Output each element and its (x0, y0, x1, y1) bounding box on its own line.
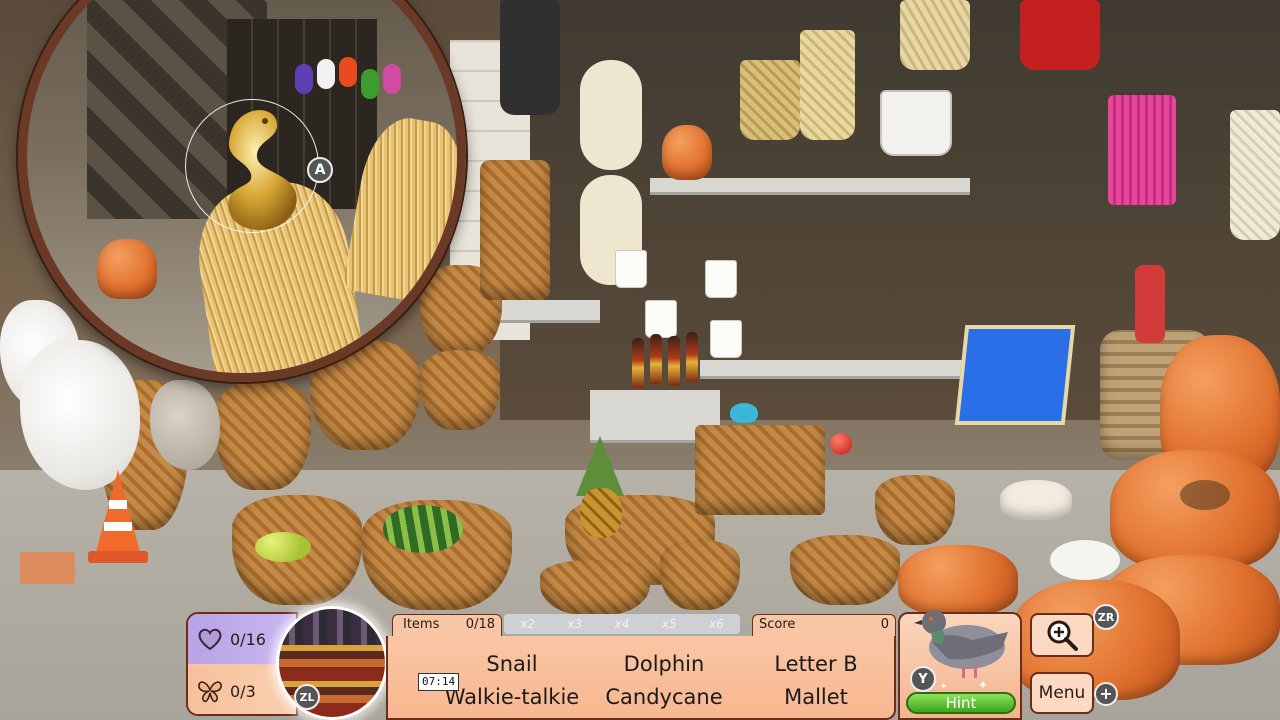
zoom-button[interactable] (1030, 613, 1094, 657)
hanging-bag (800, 30, 855, 140)
shelf (700, 360, 1000, 379)
zl-button-icon[interactable]: ZL (294, 684, 320, 710)
sheepskin (20, 340, 140, 490)
red-vase (1135, 265, 1165, 343)
combo-multipliers: x2 x3 x4 x5 x6 (504, 614, 740, 634)
clay-bricks (20, 552, 75, 584)
items-header: Items 0/18 x2 x3 x4 x5 x6 Score 0 (392, 612, 896, 636)
score-label: Score (759, 617, 796, 632)
hanging-bag (900, 0, 970, 70)
green-grapes (255, 532, 311, 562)
item-word: Mallet (784, 685, 848, 709)
stacked-woven-mats (695, 425, 825, 515)
button-a-icon[interactable]: A (307, 157, 333, 183)
hint-target-circle (185, 99, 319, 233)
wicker-basket (660, 540, 740, 610)
cone-base (88, 551, 148, 563)
hanging-cloth (500, 0, 560, 115)
white-plate (1050, 540, 1120, 580)
hanging-bag (580, 60, 642, 170)
cone-stripe (104, 522, 132, 531)
hint-panel[interactable]: Y ✦ ✦ Hint (898, 610, 1022, 720)
bottle (632, 338, 644, 388)
clay-bowl (1000, 480, 1072, 520)
lizard-figure (1180, 480, 1230, 510)
zoomed-clay-pot (97, 239, 157, 299)
butterfly-icon (196, 677, 224, 705)
sparkle-icon: ✦ (940, 682, 948, 692)
items-label: Items (403, 617, 440, 632)
mug (705, 260, 737, 298)
hanging-toy (383, 64, 401, 94)
bottle (686, 332, 698, 382)
hanging-toy (361, 69, 379, 99)
wicker-basket (540, 560, 650, 615)
mug (710, 320, 742, 358)
multiplier: x4 (614, 617, 630, 631)
heart-icon (196, 625, 224, 653)
pineapple-leaves (576, 436, 624, 496)
sparkle-icon: ✦ (978, 678, 989, 692)
bottle (650, 334, 662, 384)
hanging-toy (317, 59, 335, 89)
hanging-bag (880, 90, 952, 156)
hanging-bag (740, 60, 800, 140)
multiplier: x5 (661, 617, 677, 631)
teal-bird-figure (730, 403, 758, 423)
hearts-count: 0/16 (230, 629, 266, 649)
wicker-basket (480, 160, 550, 300)
cone-stripe (109, 500, 127, 509)
watermelon (383, 505, 463, 553)
pineapple (580, 488, 622, 538)
menu-button[interactable]: Menu (1030, 672, 1094, 714)
mug (645, 300, 677, 338)
hint-button[interactable]: Hint (906, 692, 1016, 714)
items-panel: Items 0/18 x2 x3 x4 x5 x6 Score 0 Snail … (386, 612, 896, 720)
hanging-toy (339, 57, 357, 87)
blue-folding-stool (954, 325, 1076, 425)
red-apple (830, 433, 852, 455)
multiplier: x6 (708, 617, 724, 631)
item-word: Candycane (605, 685, 723, 709)
pink-macrame-bag (1108, 95, 1176, 205)
butterflies-count: 0/3 (230, 681, 256, 701)
clay-pot (662, 125, 712, 180)
red-scarf (1020, 0, 1100, 70)
items-counter: Items 0/18 (392, 614, 502, 636)
portrait-top (279, 609, 385, 645)
hanging-bag (1230, 110, 1280, 240)
item-word: Dolphin (623, 652, 705, 676)
timer: 07:14 (418, 673, 460, 691)
mug (615, 250, 647, 288)
magnifier-plus-icon (1047, 620, 1078, 651)
shelf (500, 300, 600, 323)
multiplier: x3 (567, 617, 583, 631)
score-counter: Score 0 (752, 614, 896, 636)
item-word: Letter B (774, 652, 858, 676)
score-value: 0 (880, 617, 889, 632)
plus-button-icon[interactable]: + (1094, 682, 1118, 706)
multiplier: x2 (520, 617, 535, 631)
bottle (668, 336, 680, 386)
item-word-list: Snail Dolphin Letter B Walkie-talkie Can… (386, 636, 896, 720)
wicker-basket (420, 350, 500, 430)
scene-portrait[interactable] (276, 606, 388, 720)
wicker-basket (790, 535, 900, 605)
traffic-cone (96, 470, 140, 552)
hud-panel: 0/16 0/3 ZL Items 0/18 x2 x3 x4 x5 x6 Sc… (186, 606, 896, 720)
y-button-icon[interactable]: Y (910, 666, 936, 692)
hanging-toy (295, 64, 313, 94)
wicker-basket (215, 380, 311, 490)
shelf (650, 178, 970, 195)
items-count: 0/18 (465, 617, 495, 632)
clay-pot (1110, 450, 1280, 570)
wicker-basket (875, 475, 955, 545)
zr-button-icon[interactable]: ZR (1093, 604, 1119, 630)
